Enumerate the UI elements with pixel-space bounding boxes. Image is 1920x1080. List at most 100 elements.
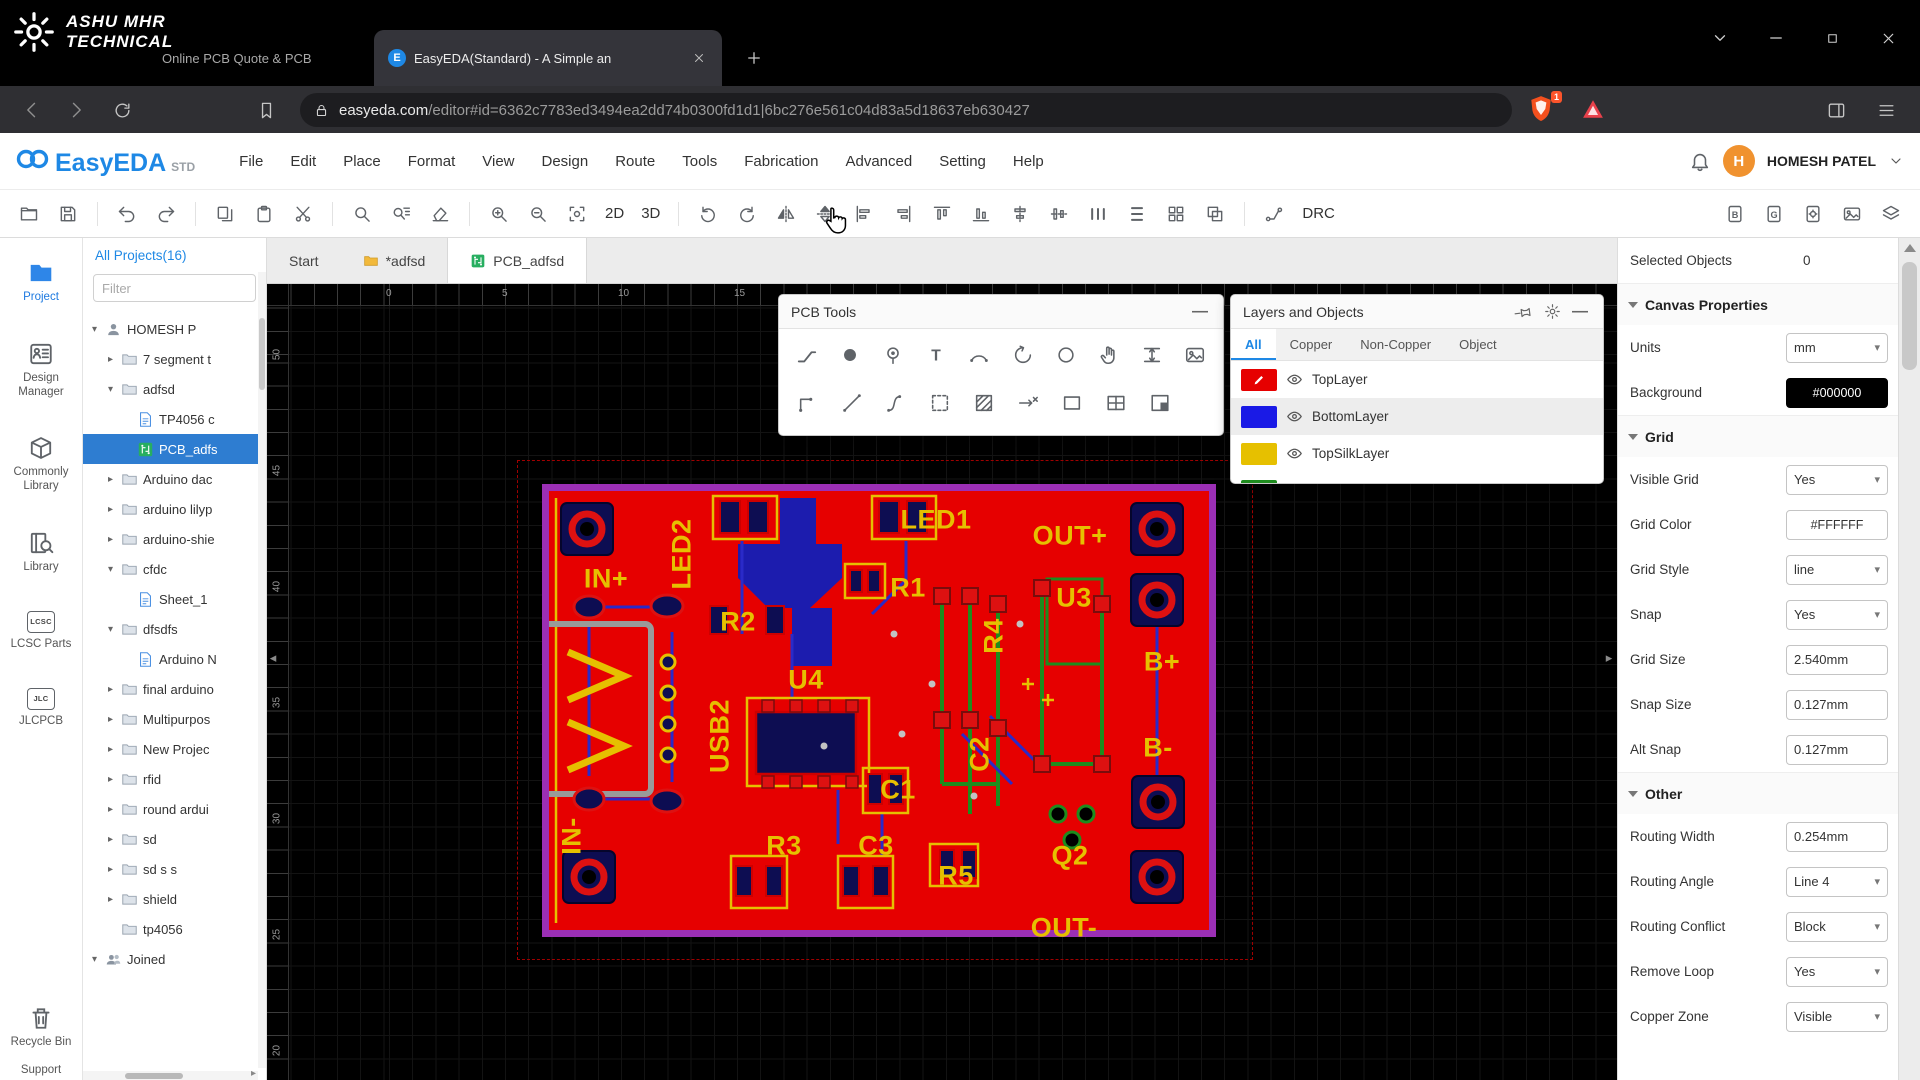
rail-jlcpcb[interactable]: JLCJLCPCB (1, 688, 81, 729)
silk-label-in[interactable]: IN+ (584, 564, 628, 595)
rail-project[interactable]: Project (1, 260, 81, 305)
zoom-in-button[interactable] (484, 199, 514, 229)
collapse-right-panel[interactable]: ▸ (1603, 622, 1615, 694)
eraser-button[interactable] (425, 199, 455, 229)
align-center-h-button[interactable] (1005, 199, 1035, 229)
expand-arrow[interactable]: ▾ (89, 954, 100, 965)
expand-arrow[interactable]: ▸ (105, 504, 116, 515)
arc-center-tool[interactable] (1002, 333, 1042, 377)
url-field[interactable]: easyeda.com/editor#id=6362c7783ed3494ea2… (300, 93, 1512, 127)
editor-tab-start[interactable]: Start (267, 238, 341, 283)
redo-button[interactable] (151, 199, 181, 229)
menu-design[interactable]: Design (542, 153, 589, 170)
bookmark-icon[interactable] (248, 92, 284, 128)
layer-row-toplayer[interactable]: TopLayer (1231, 361, 1603, 398)
menu-help[interactable]: Help (1013, 153, 1044, 170)
expand-arrow[interactable]: ▸ (105, 354, 116, 365)
drc-button[interactable]: DRC (1298, 205, 1339, 222)
tab-search-chevron-icon[interactable] (1692, 18, 1748, 58)
section-other[interactable]: Other (1618, 772, 1898, 814)
arc-tool[interactable] (959, 333, 999, 377)
routing-width-input[interactable]: 0.254mm (1786, 822, 1888, 852)
menu-setting[interactable]: Setting (939, 153, 986, 170)
menu-file[interactable]: File (239, 153, 263, 170)
align-bottom-button[interactable] (966, 199, 996, 229)
eye-icon[interactable] (1286, 408, 1303, 425)
search-button[interactable] (347, 199, 377, 229)
flip-h-button[interactable] (771, 199, 801, 229)
expand-arrow[interactable]: ▾ (105, 384, 116, 395)
project-panel-hscrollbar[interactable]: ▸ (83, 1071, 258, 1080)
distribute-h-button[interactable] (1083, 199, 1113, 229)
project-panel-scrollbar[interactable] (258, 272, 266, 1068)
pcb-canvas[interactable]: 051015 50454035302520 LED2LED1IN+IN-R2R1… (267, 284, 1617, 1080)
rail-support[interactable]: Support (1, 1064, 81, 1078)
menu-fabrication[interactable]: Fabrication (744, 153, 818, 170)
grid-style-select[interactable]: line▾ (1786, 555, 1888, 585)
menu-view[interactable]: View (482, 153, 514, 170)
measure-tool[interactable] (1007, 381, 1048, 425)
expand-arrow[interactable]: ▸ (105, 774, 116, 785)
tree-item-rfid[interactable]: ▸rfid (83, 764, 258, 794)
rail-recycle-bin[interactable]: Recycle Bin (1, 1005, 81, 1050)
layer-color-chip[interactable] (1241, 443, 1277, 465)
dimension-tool[interactable] (1132, 333, 1172, 377)
track-tool[interactable] (787, 333, 827, 377)
silk-label-b[interactable]: B+ (1144, 647, 1180, 678)
tree-item-arduino-dac[interactable]: ▸Arduino dac (83, 464, 258, 494)
menu-route[interactable]: Route (615, 153, 655, 170)
close-window-button[interactable] (1860, 18, 1916, 58)
tree-item-homesh-p[interactable]: ▾HOMESH P (83, 314, 258, 344)
undo-button[interactable] (112, 199, 142, 229)
back-button[interactable] (14, 92, 50, 128)
align-top-button[interactable] (927, 199, 957, 229)
layers-settings-gear-icon[interactable] (1541, 301, 1563, 323)
tree-item-tp4056-c[interactable]: TP4056 c (83, 404, 258, 434)
tree-item-joined[interactable]: ▾Joined (83, 944, 258, 974)
expand-arrow[interactable]: ▸ (105, 804, 116, 815)
line-tool[interactable] (831, 381, 872, 425)
tree-item-sd-s-s[interactable]: ▸sd s s (83, 854, 258, 884)
silk-label-r4[interactable]: R4 (979, 618, 1010, 654)
doc-g-button[interactable]: G (1759, 199, 1789, 229)
rail-lcsc-parts[interactable]: LCSCLCSC Parts (1, 611, 81, 652)
rotate-cw-button[interactable] (732, 199, 762, 229)
silk-label-led1[interactable]: LED1 (900, 505, 971, 536)
browser-tab-active[interactable]: E EasyEDA(Standard) - A Simple an (374, 30, 722, 86)
easyeda-logo[interactable]: EasyEDA STD (0, 145, 215, 178)
copper-zone-select[interactable]: Visible▾ (1786, 1002, 1888, 1032)
scrollbar-up-arrow[interactable] (1904, 244, 1916, 252)
silk-label-in[interactable]: IN- (557, 817, 588, 855)
editor-tab-adfsd[interactable]: *adfsd (341, 238, 448, 283)
avatar[interactable]: H (1723, 145, 1755, 177)
silk-label-c1[interactable]: C1 (880, 775, 916, 806)
reload-button[interactable] (104, 92, 140, 128)
silk-label-u3[interactable]: U3 (1056, 583, 1092, 614)
menu-tools[interactable]: Tools (682, 153, 717, 170)
grid-size-input[interactable]: 2.540mm (1786, 645, 1888, 675)
silk-label-r5[interactable]: R5 (938, 861, 974, 892)
rail-library[interactable]: Library (1, 530, 81, 575)
brave-shield-icon[interactable]: 1 (1528, 95, 1558, 125)
grid-array-button[interactable] (1161, 199, 1191, 229)
zoom-out-button[interactable] (523, 199, 553, 229)
tree-item-cfdc[interactable]: ▾cfdc (83, 554, 258, 584)
flip-v-button[interactable] (810, 199, 840, 229)
expand-arrow[interactable]: ▸ (105, 474, 116, 485)
tree-item-7-segment-t[interactable]: ▸7 segment t (83, 344, 258, 374)
notifications-bell-icon[interactable] (1689, 150, 1711, 172)
units-select[interactable]: mm▾ (1786, 333, 1888, 363)
eye-icon[interactable] (1286, 445, 1303, 462)
expand-arrow[interactable]: ▾ (89, 324, 100, 335)
tree-item-sd[interactable]: ▸sd (83, 824, 258, 854)
rail-design-manager[interactable]: Design Manager (1, 341, 81, 400)
rail-commonly-library[interactable]: Commonly Library (1, 435, 81, 494)
expand-arrow[interactable]: ▸ (105, 714, 116, 725)
layer-tab-all[interactable]: All (1231, 329, 1276, 360)
alt-snap-input[interactable]: 0.127mm (1786, 735, 1888, 765)
combine-button[interactable] (1200, 199, 1230, 229)
expand-arrow[interactable]: ▸ (105, 684, 116, 695)
3d-button[interactable]: 3D (637, 205, 664, 222)
remove-loop-select[interactable]: Yes▾ (1786, 957, 1888, 987)
expand-arrow[interactable]: ▸ (105, 834, 116, 845)
